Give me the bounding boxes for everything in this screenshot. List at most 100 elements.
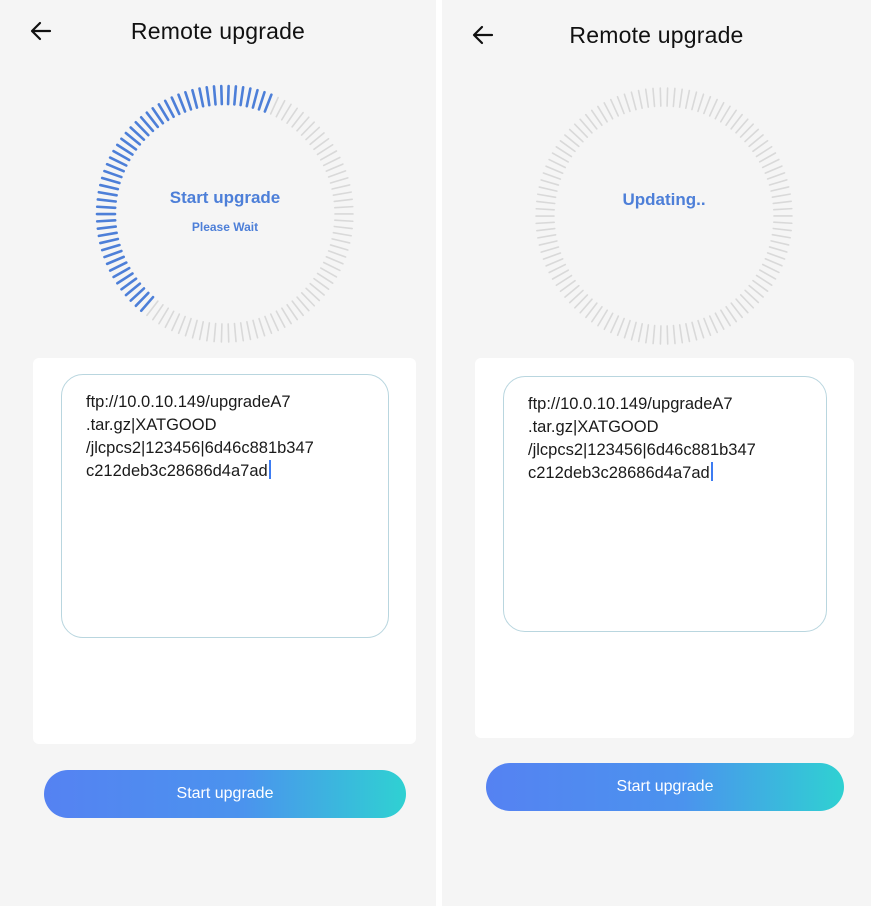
- progress-tick: [327, 170, 347, 178]
- progress-tick: [198, 321, 205, 341]
- progress-tick: [708, 98, 718, 117]
- progress-tick: [275, 99, 286, 118]
- progress-tick: [714, 101, 725, 120]
- progress-tick: [316, 143, 334, 156]
- progress-tick: [764, 165, 783, 174]
- progress-tick: [630, 321, 637, 341]
- progress-tick: [252, 319, 259, 339]
- progress-tick: [227, 323, 230, 343]
- upgrade-url-input[interactable]: ftp://10.0.10.149/upgradeA7 .tar.gz|XATG…: [61, 374, 389, 638]
- page-title: Remote upgrade: [130, 18, 306, 44]
- progress-tick: [603, 102, 614, 120]
- progress-tick: [220, 323, 223, 343]
- progress-tick-filled: [191, 88, 199, 109]
- progress-tick: [555, 146, 573, 158]
- progress-tick: [206, 322, 211, 342]
- progress-tick: [597, 309, 609, 327]
- progress-tick: [281, 307, 292, 325]
- progress-tick: [545, 165, 564, 175]
- progress-tick-filled: [198, 87, 205, 108]
- progress-tick: [548, 263, 567, 274]
- progress-tick: [329, 177, 349, 184]
- progress-tick: [773, 221, 793, 225]
- progress-tick: [761, 263, 780, 274]
- progress-tick: [691, 91, 698, 111]
- url-card: ftp://10.0.10.149/upgradeA7 .tar.gz|XATG…: [33, 358, 416, 744]
- progress-tick-filled: [233, 85, 238, 106]
- url-line: c212deb3c28686d4a7ad: [86, 462, 268, 480]
- progress-tick-filled: [226, 84, 230, 106]
- progress-tick: [286, 107, 298, 124]
- progress-tick: [768, 246, 788, 253]
- progress-dial: Start upgrade Please Wait: [95, 84, 355, 344]
- progress-tick: [537, 234, 557, 239]
- start-upgrade-button[interactable]: Start upgrade: [486, 763, 844, 811]
- progress-tick: [652, 87, 656, 108]
- progress-tick: [609, 98, 620, 117]
- progress-tick: [597, 105, 608, 123]
- progress-tick: [538, 240, 558, 246]
- progress-tick-filled: [205, 86, 211, 107]
- progress-tick: [755, 274, 773, 286]
- progress-tick: [258, 317, 266, 337]
- progress-tick: [191, 319, 198, 339]
- progress-tick: [630, 91, 637, 111]
- progress-tick: [623, 319, 631, 339]
- progress-tick: [678, 324, 684, 344]
- progress-tick: [616, 95, 625, 115]
- progress-tick: [542, 172, 562, 180]
- progress-tick: [719, 105, 731, 123]
- progress-tick: [764, 257, 783, 267]
- upgrade-screen-left: Remote upgrade Start upgrade Please Wait…: [0, 0, 436, 906]
- progress-tick: [771, 233, 791, 239]
- progress-tick: [316, 272, 334, 284]
- url-line: c212deb3c28686d4a7ad: [528, 464, 710, 482]
- url-line: .tar.gz|XATGOOD: [528, 418, 659, 436]
- progress-tick: [725, 109, 737, 126]
- progress-tick: [758, 152, 777, 163]
- progress-tick: [275, 310, 286, 328]
- app-header: Remote upgrade: [442, 0, 871, 70]
- progress-tick: [269, 96, 279, 115]
- progress-tick: [691, 321, 698, 341]
- progress-tick: [171, 313, 181, 332]
- progress-tick-filled: [219, 84, 224, 106]
- progress-tick: [697, 93, 705, 113]
- url-line: .tar.gz|XATGOOD: [86, 416, 217, 434]
- text-caret: [710, 462, 713, 481]
- progress-tick: [540, 246, 560, 253]
- progress-tick: [714, 312, 725, 330]
- progress-tick: [766, 172, 786, 180]
- progress-tick: [637, 323, 644, 343]
- progress-tick: [652, 324, 656, 345]
- url-line: /jlcpcs2|123456|6d46c881b347: [528, 441, 756, 459]
- url-card: ftp://10.0.10.149/upgradeA7 .tar.gz|XATG…: [475, 358, 854, 738]
- upgrade-url-input[interactable]: ftp://10.0.10.149/upgradeA7 .tar.gz|XATG…: [503, 376, 827, 632]
- progress-tick: [720, 309, 731, 327]
- progress-tick: [697, 319, 705, 339]
- progress-tick-filled: [100, 243, 121, 252]
- upgrade-status: Start upgrade: [169, 188, 281, 207]
- progress-tick-filled: [245, 87, 252, 108]
- start-upgrade-button[interactable]: Start upgrade: [44, 770, 406, 818]
- progress-tick-filled: [103, 249, 123, 259]
- progress-tick: [703, 95, 712, 115]
- progress-tick: [246, 321, 252, 341]
- progress-tick: [177, 315, 186, 335]
- progress-tick: [545, 258, 564, 267]
- progress-tick: [672, 87, 676, 108]
- progress-tick: [685, 323, 691, 343]
- progress-tick: [768, 179, 788, 186]
- progress-tick: [770, 240, 790, 246]
- url-line: ftp://10.0.10.149/upgradeA7: [86, 393, 291, 411]
- progress-tick: [623, 93, 631, 113]
- progress-tick: [666, 87, 669, 107]
- progress-tick: [659, 87, 662, 107]
- progress-tick-filled: [108, 261, 128, 272]
- progress-tick: [542, 252, 562, 260]
- progress-tick: [755, 145, 773, 158]
- progress-tick-filled: [99, 237, 120, 245]
- progress-tick: [616, 317, 625, 337]
- progress-tick: [684, 89, 691, 109]
- progress-tick: [269, 313, 280, 332]
